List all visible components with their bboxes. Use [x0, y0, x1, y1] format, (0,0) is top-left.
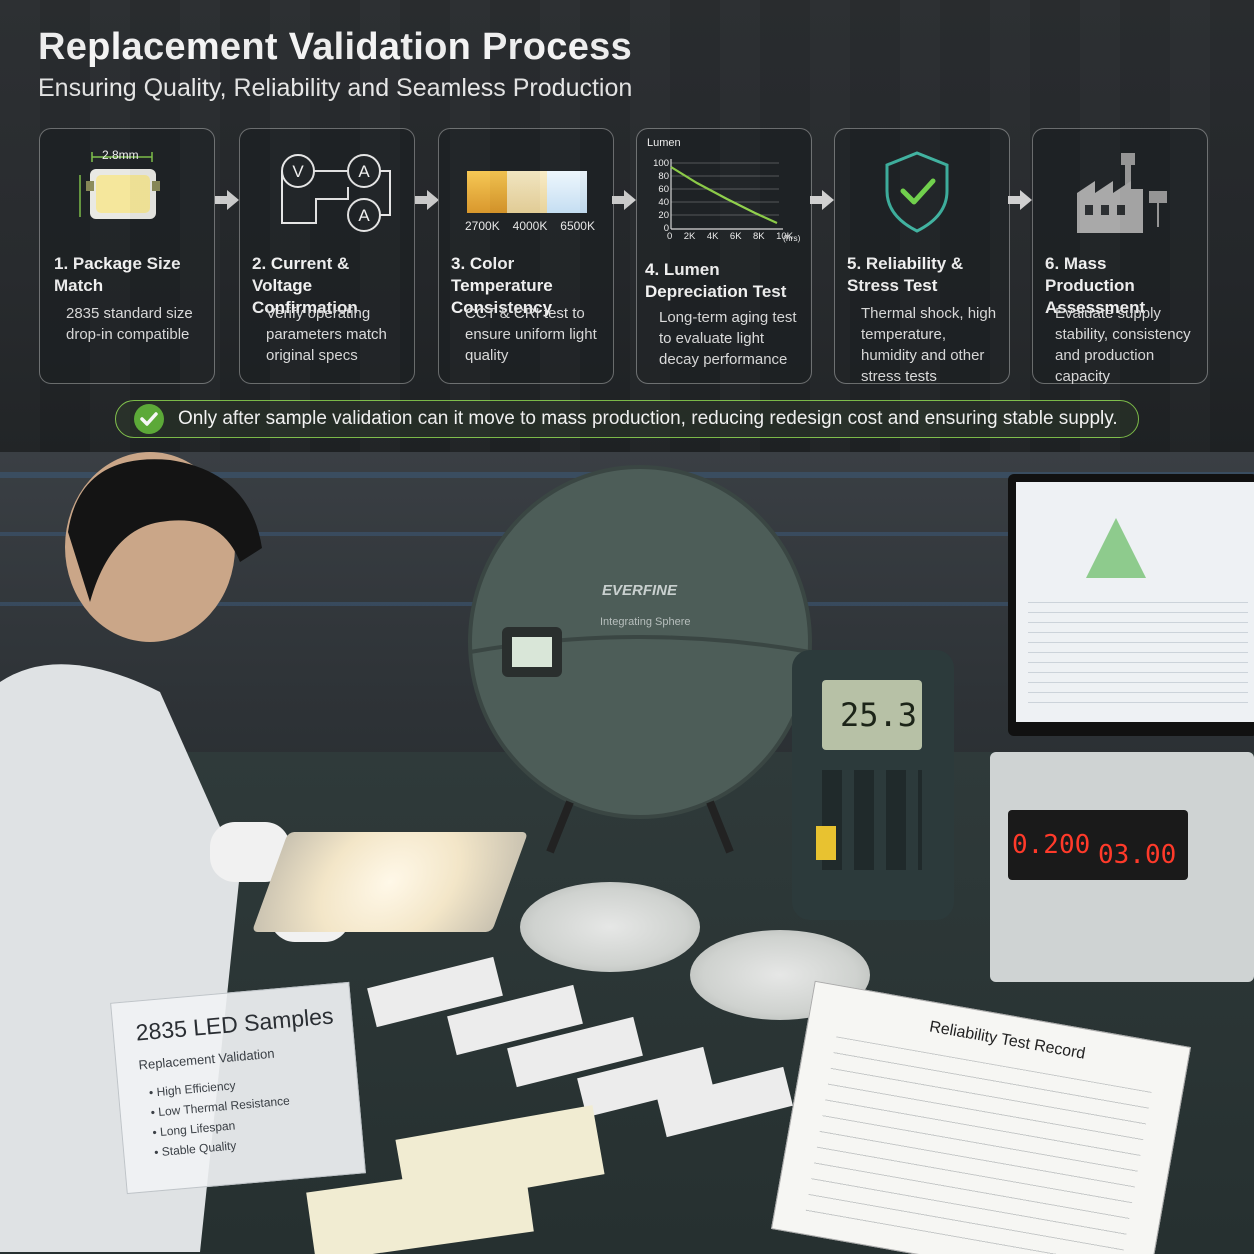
digital-thermometer: 25.3 — [792, 650, 954, 920]
meter-reading: 25.3 — [840, 696, 918, 734]
meter-display: 25.3 — [822, 680, 922, 750]
ytick-label: 40 — [658, 197, 669, 208]
dimension-label: 2.8mm — [102, 148, 139, 162]
check-circle-icon — [134, 404, 164, 434]
step-card-mass-production: 6. Mass Production Assessment Evaluate s… — [1032, 128, 1208, 385]
step-card-package-size: 2.8mm 1. Package Size Match 2835 standar… — [39, 128, 215, 384]
step-title: 5. Reliability & Stress Test — [847, 254, 964, 295]
step-title: 1. Package Size Match — [54, 254, 181, 295]
xtick-label: 8K — [752, 231, 765, 242]
voltmeter-ammeter-circuit-icon: V A A — [281, 154, 391, 232]
step-description: Thermal shock, high temperature, humidit… — [861, 305, 997, 385]
led-test-panel — [251, 832, 529, 932]
monitor-screen — [1016, 482, 1254, 722]
step-card-reliability: 5. Reliability & Stress Test Thermal sho… — [834, 128, 1010, 385]
xtick-label: 4K — [706, 231, 719, 242]
sample-sign: 2835 LED Samples Replacement Validation … — [110, 981, 366, 1195]
sphere-brand-label: EVERFINE — [602, 582, 678, 599]
ammeter-symbol: A — [358, 162, 370, 181]
swatch-6500k — [547, 171, 587, 213]
computer-monitor — [1008, 474, 1254, 736]
ytick-label: 20 — [658, 210, 669, 221]
swatch-label: 2700K — [465, 219, 500, 233]
led-strip-reel — [520, 882, 700, 972]
page-title: Replacement Validation Process — [38, 26, 633, 68]
ytick-label: 80 — [658, 171, 669, 182]
banner-text: Only after sample validation can it move… — [178, 408, 1118, 429]
color-swatch-icon — [467, 171, 587, 213]
sign-title: 2835 LED Samples — [134, 1002, 335, 1046]
page-subtitle: Ensuring Quality, Reliability and Seamle… — [38, 74, 633, 102]
step-card-current-voltage: V A A 2. Current & Voltage Confirmation … — [239, 128, 415, 384]
step-description: Evaluate supply stability, consistency a… — [1055, 305, 1191, 385]
dc-power-supply: 0.200 03.00 — [990, 752, 1254, 982]
validation-note-banner: Only after sample validation can it move… — [115, 400, 1139, 438]
swatch-4000k — [507, 171, 547, 213]
probe-connector — [816, 826, 836, 860]
sphere-sub-label: Integrating Sphere — [600, 616, 691, 628]
step-description: Verify operating parameters match origin… — [266, 305, 387, 364]
xtick-label: 0 — [667, 231, 673, 242]
psu-display-right: 03.00 — [1098, 840, 1177, 870]
step-description: Long-term aging test to evaluate light d… — [659, 309, 797, 368]
ytick-label: 100 — [653, 158, 669, 169]
infographic-header: Replacement Validation Process Ensuring … — [0, 0, 1254, 452]
arrow-right-icon — [810, 190, 834, 210]
lab-photo: EVERFINE Integrating Sphere 25.3 0.200 0… — [0, 452, 1254, 1254]
step-card-lumen-depreciation: Lumen 100 80 60 40 20 0 0 2K 4K 6K 8K 10… — [636, 128, 812, 384]
xtick-label: 2K — [683, 231, 696, 242]
factory-icon — [1077, 153, 1167, 233]
swatch-2700k — [467, 171, 507, 213]
chromaticity-diagram — [1086, 518, 1146, 578]
chart-xunit: (hrs) — [783, 233, 801, 243]
swatch-label: 4000K — [512, 219, 548, 233]
swatch-label: 6500K — [560, 219, 595, 233]
step-description: CCT & CRI test to ensure uniform light q… — [465, 305, 597, 364]
arrow-right-icon — [1008, 190, 1032, 210]
step-title: 4. Lumen Depreciation Test — [645, 260, 787, 301]
voltmeter-symbol: V — [292, 162, 304, 181]
ammeter-symbol: A — [358, 206, 370, 225]
chart-ylabel: Lumen — [647, 137, 681, 149]
sign-subtitle: Replacement Validation — [137, 1045, 276, 1073]
arrow-right-icon — [612, 190, 636, 210]
ytick-label: 60 — [658, 184, 669, 195]
psu-display-left: 0.200 — [1012, 830, 1091, 860]
shield-check-icon — [885, 151, 949, 233]
xtick-label: 6K — [729, 231, 742, 242]
arrow-right-icon — [215, 190, 239, 210]
step-description: 2835 standard size drop-in compatible — [66, 305, 193, 343]
step-card-color-temperature: 2700K 4000K 6500K 3. Color Temperature C… — [438, 128, 614, 384]
